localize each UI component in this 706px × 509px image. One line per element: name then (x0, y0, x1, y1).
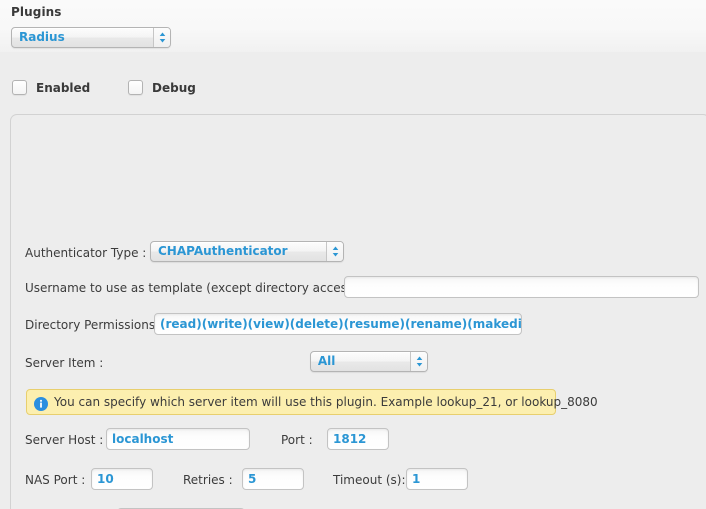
authenticator-type-select[interactable]: CHAPAuthenticator (150, 241, 344, 262)
directory-permissions-input[interactable]: (read)(write)(view)(delete)(resume)(rena… (154, 313, 522, 335)
username-template-label: Username to use as template (except dire… (25, 281, 366, 295)
nas-port-input[interactable]: 10 (91, 468, 153, 490)
server-host-label: Server Host : (25, 433, 104, 447)
server-item-info-text: You can specify which server item will u… (54, 395, 598, 409)
server-host-input[interactable]: localhost (106, 428, 250, 450)
enabled-checkbox[interactable] (12, 80, 27, 95)
timeout-input[interactable]: 1 (406, 468, 468, 490)
plugin-select[interactable]: Radius (11, 27, 171, 48)
plugin-select-value: Radius (19, 30, 65, 44)
port-label: Port : (281, 433, 313, 447)
nas-port-label: NAS Port : (25, 473, 86, 487)
directory-permissions-label: Directory Permissions : (25, 318, 163, 332)
updown-arrows-icon[interactable] (326, 242, 343, 261)
debug-label: Debug (152, 81, 196, 95)
port-input[interactable]: 1812 (327, 428, 389, 450)
authenticator-type-value: CHAPAuthenticator (158, 244, 288, 258)
timeout-label: Timeout (s): (333, 473, 406, 487)
server-item-info-banner: You can specify which server item will u… (26, 389, 598, 415)
debug-checkbox[interactable] (128, 80, 143, 95)
updown-arrows-icon[interactable] (153, 28, 170, 47)
header-strip: Plugins Radius (0, 0, 706, 52)
authenticator-type-label: Authenticator Type : (25, 246, 147, 260)
page-title: Plugins (11, 5, 62, 19)
plugin-settings-panel: Authenticator Type : CHAPAuthenticator U… (10, 114, 706, 509)
info-icon (34, 395, 48, 411)
retries-label: Retries : (183, 473, 233, 487)
server-item-value: All (317, 354, 336, 368)
server-item-label: Server Item : (25, 356, 104, 370)
server-item-select[interactable]: All (309, 351, 428, 372)
updown-arrows-icon[interactable] (409, 352, 427, 371)
enabled-label: Enabled (36, 81, 91, 95)
retries-input[interactable]: 5 (242, 468, 304, 490)
username-template-input[interactable] (344, 276, 699, 298)
